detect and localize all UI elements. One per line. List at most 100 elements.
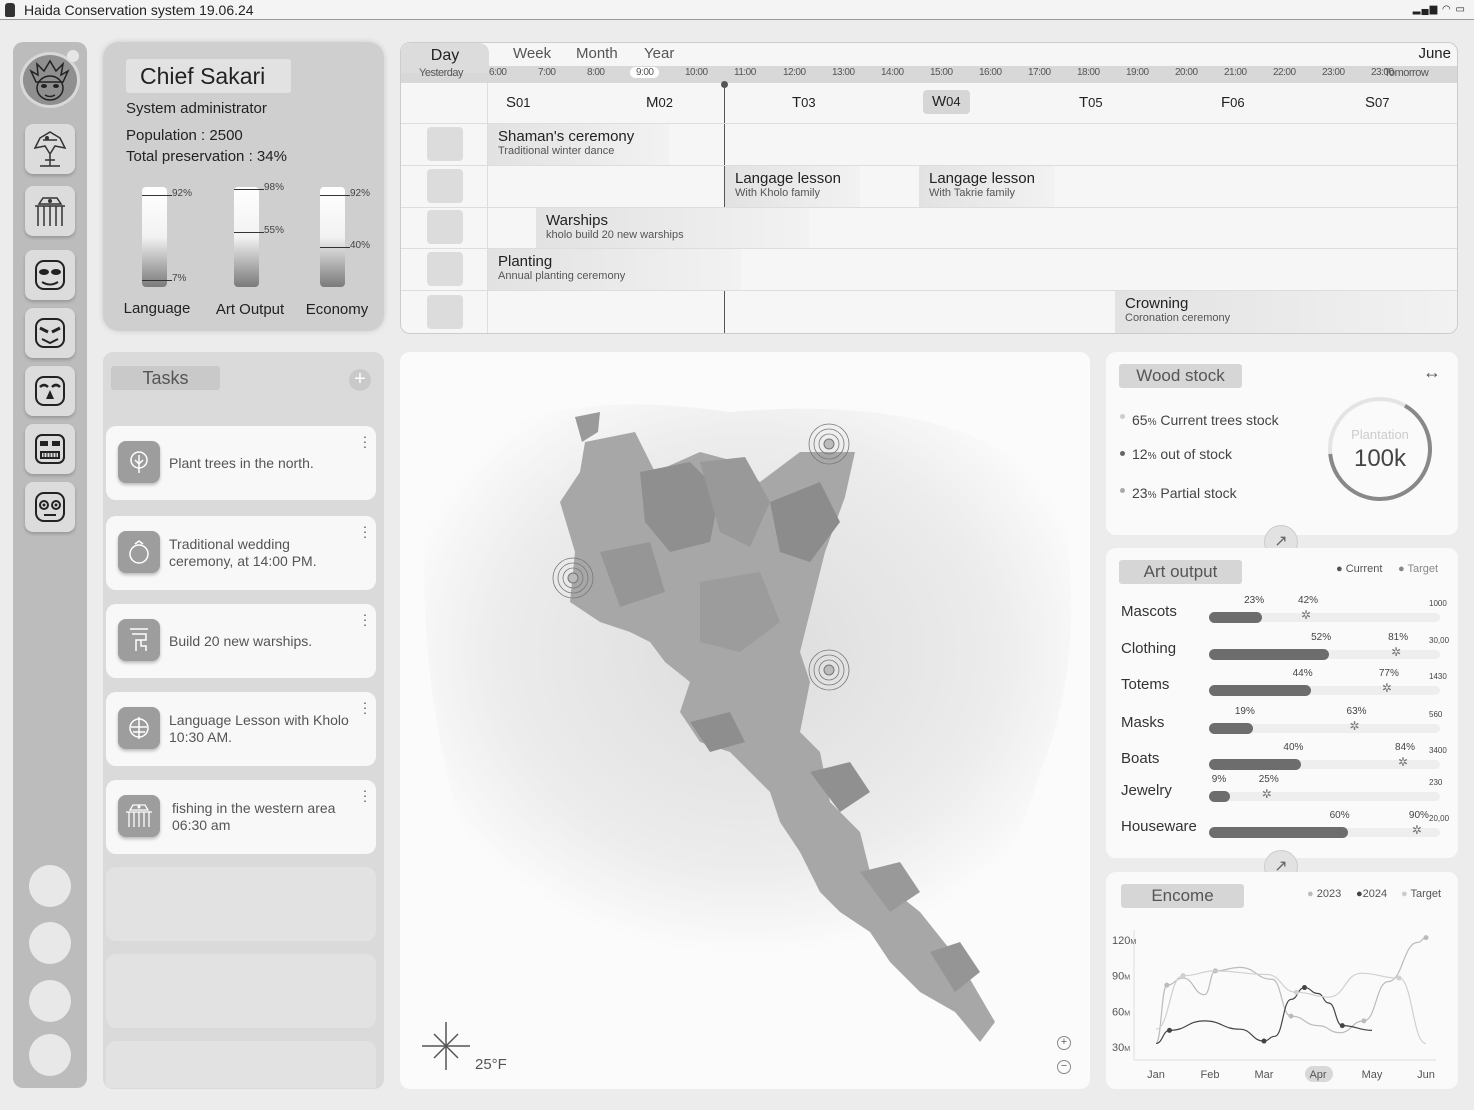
task-menu-icon[interactable]: · · · <box>362 695 368 719</box>
thunderbird-icon <box>118 795 160 837</box>
hour-label[interactable]: 19:00 <box>1126 67 1149 78</box>
task-card[interactable]: Plant trees in the north. · · · <box>106 426 376 500</box>
island-map[interactable]: 25°F + − <box>400 352 1090 1089</box>
art-bar-track <box>1209 792 1440 801</box>
label-column-divider <box>487 83 488 333</box>
event-subtitle: With Takrie family <box>929 187 1015 199</box>
series-line-2023 <box>1155 937 1427 1045</box>
rail-shortcut-1[interactable] <box>29 865 71 907</box>
hour-label[interactable]: 8:00 <box>587 67 605 78</box>
hour-label[interactable]: 22:00 <box>1273 67 1296 78</box>
art-row-max: 20,00 <box>1429 814 1450 823</box>
hour-label[interactable]: 16:00 <box>979 67 1002 78</box>
day-label[interactable]: M02 <box>646 94 673 111</box>
raven-face-icon[interactable] <box>25 366 75 416</box>
day-number: 07 <box>1375 95 1390 110</box>
event-subtitle: With Kholo family <box>735 187 820 199</box>
hour-label[interactable]: 17:00 <box>1028 67 1051 78</box>
day-letter: T <box>792 94 802 111</box>
rail-shortcut-4[interactable] <box>29 1034 71 1076</box>
day-label[interactable]: T03 <box>792 94 816 111</box>
current-time-marker <box>721 81 728 88</box>
map-canvas <box>422 404 1072 1070</box>
y-tick-label: 90M <box>1112 971 1130 983</box>
task-menu-icon[interactable]: · · · <box>362 429 368 453</box>
day-label[interactable]: S07 <box>1365 94 1389 111</box>
hour-label[interactable]: 9:00 <box>630 67 660 78</box>
thunderbird-icon[interactable] <box>25 186 75 236</box>
tab-month[interactable]: Month <box>576 45 618 62</box>
hour-label[interactable]: 6:00 <box>489 67 507 78</box>
yesterday-link[interactable]: Yesterday <box>419 67 464 79</box>
y-tick-label: 120M <box>1112 935 1136 947</box>
hour-label[interactable]: 15:00 <box>930 67 953 78</box>
task-card[interactable]: Language Lesson with Kholo 10:30 AM. · · · <box>106 692 376 766</box>
hour-label[interactable]: 21:00 <box>1224 67 1247 78</box>
y-tick-label: 60M <box>1112 1006 1130 1018</box>
compass-icon <box>422 1022 470 1070</box>
row-toggle[interactable] <box>427 295 463 329</box>
wolf-face-icon[interactable] <box>25 308 75 358</box>
day-label[interactable]: T05 <box>1079 94 1103 111</box>
gauge-label-art-output: Art Output <box>215 301 285 318</box>
hour-label[interactable]: 13:00 <box>832 67 855 78</box>
event-shamans-ceremony[interactable]: Shaman's ceremony Traditional winter dan… <box>488 124 669 165</box>
bullet-dot <box>1120 414 1125 419</box>
event-warships[interactable]: Warships kholo build 20 new warships <box>536 208 809 248</box>
task-menu-icon[interactable]: · · · <box>362 607 368 631</box>
mask-icon <box>29 59 70 101</box>
art-row-label: Jewelry <box>1121 782 1172 799</box>
task-menu-icon[interactable]: · · · <box>362 783 368 807</box>
task-card[interactable]: fishing in the western area 06:30 am · · · <box>106 780 376 854</box>
add-task-button[interactable]: + <box>349 369 371 391</box>
app-icon <box>5 3 15 17</box>
event-language-lesson-takrie[interactable]: Langage lesson With Takrie family <box>919 166 1054 207</box>
frog-face-icon[interactable] <box>25 424 75 474</box>
tab-week[interactable]: Week <box>513 45 551 62</box>
row-toggle[interactable] <box>427 210 463 244</box>
art-target-pct: 25% <box>1258 774 1279 785</box>
row-toggle[interactable] <box>427 127 463 161</box>
owl-face-icon[interactable] <box>25 482 75 532</box>
hour-label[interactable]: 10:00 <box>685 67 708 78</box>
hour-label[interactable]: 7:00 <box>538 67 556 78</box>
art-bar-current <box>1209 791 1230 802</box>
hour-label[interactable]: 12:00 <box>783 67 806 78</box>
task-card[interactable]: Traditional wedding ceremony, at 14:00 P… <box>106 516 376 590</box>
series-point-2024 <box>1339 1023 1345 1029</box>
hour-label[interactable]: 23:00 <box>1371 67 1394 78</box>
hour-label[interactable]: 14:00 <box>881 67 904 78</box>
bear-face-icon[interactable] <box>25 250 75 300</box>
task-card[interactable]: Build 20 new warships. · · · <box>106 604 376 678</box>
event-language-lesson-kholo[interactable]: Langage lesson With Kholo family <box>725 166 860 207</box>
expand-icon[interactable]: ↔ <box>1423 362 1441 383</box>
zoom-out-button[interactable]: − <box>1057 1060 1071 1074</box>
event-planting[interactable]: Planting Annual planting ceremony <box>488 249 741 290</box>
hour-label[interactable]: 11:00 <box>734 67 756 78</box>
day-number: 02 <box>658 95 673 110</box>
day-label[interactable]: W04 <box>923 90 970 114</box>
hour-label[interactable]: 18:00 <box>1077 67 1100 78</box>
hour-label[interactable]: 20:00 <box>1175 67 1198 78</box>
art-row-max: 3400 <box>1429 746 1447 755</box>
day-label[interactable]: F06 <box>1221 94 1245 111</box>
art-bar-current <box>1209 723 1253 734</box>
zoom-in-button[interactable]: + <box>1057 1036 1071 1050</box>
day-letter: W <box>932 93 947 110</box>
hour-label[interactable]: 23:00 <box>1322 67 1345 78</box>
day-label[interactable]: S01 <box>506 94 530 111</box>
status-icons: ▂▄▆ ◠ ▭ <box>1412 4 1466 15</box>
event-crowning[interactable]: Crowning Coronation ceremony <box>1115 291 1457 333</box>
bullet-dot <box>1120 488 1125 493</box>
tab-year[interactable]: Year <box>644 45 674 62</box>
row-toggle[interactable] <box>427 252 463 286</box>
art-row-label: Boats <box>1121 750 1160 767</box>
rail-shortcut-2[interactable] <box>29 922 71 964</box>
rail-shortcut-3[interactable] <box>29 980 71 1022</box>
gauge-value-label: 55% <box>264 225 285 236</box>
task-menu-icon[interactable]: · · · <box>362 519 368 543</box>
row-toggle[interactable] <box>427 169 463 203</box>
wood-stat-out: 12% out of stock <box>1132 446 1232 462</box>
art-row-max: 560 <box>1429 710 1443 719</box>
eagle-icon[interactable] <box>25 124 75 174</box>
